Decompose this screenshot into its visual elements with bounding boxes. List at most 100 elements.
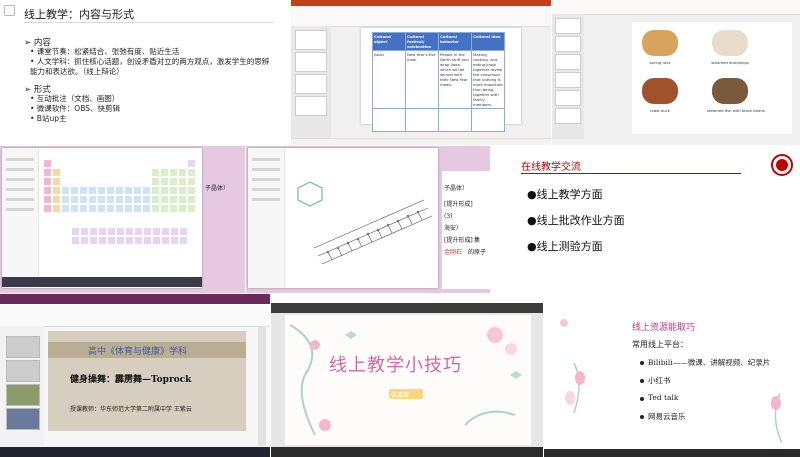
table-cell[interactable]: People in the North stuff and wrap jiaoz… <box>438 50 472 109</box>
doc-text-fragment: 子晶体） <box>205 185 230 192</box>
food-caption: steamed dumplings <box>711 60 749 65</box>
hexagon-icon <box>297 181 323 207</box>
doc-text-fragment: 的原子 <box>468 249 487 256</box>
slide-thumbnail[interactable] <box>295 52 327 72</box>
presenter-name: 张嘉尊 <box>391 392 410 399</box>
table-cell[interactable] <box>471 108 505 132</box>
list-item: Bilibili——微课、讲解视频、纪录片 <box>648 358 771 367</box>
slide-thumbnail[interactable] <box>555 72 581 88</box>
sidebar-item[interactable] <box>6 198 34 201</box>
tile-online-teaching-tips: 线上教学小技巧 张嘉尊 <box>271 303 543 457</box>
sidebar-item[interactable] <box>6 188 34 191</box>
slide-thumbnail[interactable] <box>555 108 581 124</box>
food-caption: roast duck <box>650 108 670 113</box>
steamed-fish-photo <box>712 78 748 104</box>
sidebar-item[interactable] <box>252 178 280 181</box>
list-item: ●线上测验方面 <box>527 240 603 253</box>
table-cell[interactable] <box>405 108 439 132</box>
app-sidebar[interactable] <box>248 148 285 288</box>
tile-online-teaching-exchange: 在线教学交流 ●线上教学方面 ●线上批改作业方面 ●线上测验方面 <box>491 146 800 293</box>
doc-text-fragment: 海安） <box>444 225 463 232</box>
background-document: 子晶体） [提升形成] (3) 海安） [提升形成] 金刚石 ，集 的原子 <box>442 171 490 289</box>
window-title-bar <box>271 303 543 313</box>
table-header: Cultural object <box>372 32 406 51</box>
table-cell[interactable]: jiaozi <box>372 50 406 109</box>
tile-powerpoint-food: spring rolls steamed dumplings roast duc… <box>552 0 800 145</box>
slide-thumbnail[interactable] <box>295 30 327 50</box>
vertical-scrollbar[interactable] <box>258 326 266 446</box>
list-item: 网易云音乐 <box>648 412 686 421</box>
bullet-dot <box>640 361 644 365</box>
table-cell[interactable] <box>438 108 472 132</box>
slide-thumbnail[interactable] <box>6 408 40 430</box>
ppt-ribbon[interactable] <box>291 6 551 27</box>
slide-subtitle: 常用线上平台： <box>632 340 688 349</box>
slide-thumbnail[interactable] <box>295 74 327 94</box>
culture-table[interactable]: Cultural object Cultural festival/ celeb… <box>372 32 505 132</box>
doc-text-fragment: ，集 <box>468 237 481 244</box>
windows-taskbar[interactable] <box>0 447 270 457</box>
sidebar-item[interactable] <box>6 168 34 171</box>
bullet-dot <box>640 379 644 383</box>
slide-thumbnail-pane[interactable] <box>552 14 584 139</box>
slide-corner-mark <box>4 5 15 16</box>
bullet-dot <box>640 415 644 419</box>
sidebar-item[interactable] <box>252 168 280 171</box>
slide-thumbnail[interactable] <box>555 90 581 106</box>
slide-thumbnail[interactable] <box>555 18 581 34</box>
slide-canvas[interactable]: spring rolls steamed dumplings roast duc… <box>632 22 792 134</box>
dumplings-photo <box>712 30 748 56</box>
table-cell[interactable]: New Year's Eve meal <box>405 50 439 109</box>
slide-title: 线上教学：内容与形式 <box>24 8 134 21</box>
bullet-dot <box>640 397 644 401</box>
bullet: • 互动批注（文档、画图） <box>30 94 120 103</box>
course-title: 高中《体育与健康》学科 <box>88 347 188 357</box>
table-header: Cultural festival/ celebration <box>405 32 439 51</box>
spring-rolls-photo <box>642 30 678 56</box>
periodic-table-grid[interactable] <box>42 158 198 268</box>
bullet: 能力和表达欲。（线上辩论） <box>30 67 124 76</box>
slide-canvas[interactable] <box>285 315 531 445</box>
app-sidebar[interactable] <box>2 148 39 288</box>
list-item: 小红书 <box>648 376 671 385</box>
teacher-line: 授课教师：华东师范大学第二附属中学 王紫云 <box>70 406 192 413</box>
sidebar-item[interactable] <box>252 198 280 201</box>
table-cell[interactable]: Making, cooking, and eating jiaozi toget… <box>471 50 505 109</box>
title-underline <box>24 22 274 23</box>
sidebar-item[interactable] <box>252 188 280 191</box>
bullet: • 人文学科：抓住核心话题，创设矛盾对立的两方观点，激发学生的思辨 <box>30 57 270 66</box>
windows-taskbar[interactable] <box>271 447 543 457</box>
ribbon-menu[interactable] <box>0 304 270 327</box>
slide-thumbnail[interactable] <box>295 96 327 116</box>
slide-thumbnail[interactable] <box>555 36 581 52</box>
sidebar-item[interactable] <box>252 158 280 161</box>
doc-text-fragment: 子晶体） <box>444 185 469 192</box>
title-divider <box>521 173 741 174</box>
slide-thumbnail[interactable] <box>6 336 40 358</box>
list-item: ●线上教学方面 <box>527 188 603 201</box>
sidebar-item[interactable] <box>6 158 34 161</box>
ppt-ribbon[interactable] <box>552 0 800 15</box>
food-caption: spring rolls <box>649 60 671 65</box>
bullet: • 课堂节奏：松紧结合、张弛有度、贴近生活 <box>30 47 180 56</box>
app-title-bar <box>0 294 270 304</box>
tile-online-resources: 线上资源能取巧 常用线上平台： Bilibili——微课、讲解视频、纪录片 小红… <box>544 303 800 457</box>
slide-thumbnail[interactable] <box>6 384 40 406</box>
slide-thumbnail[interactable] <box>6 360 40 382</box>
chemistry-app-window[interactable] <box>2 148 202 288</box>
table-cell[interactable] <box>372 108 406 132</box>
carbon-nanotube-model[interactable] <box>288 168 436 268</box>
sidebar-item[interactable] <box>6 208 34 211</box>
molecule-viewer-window[interactable] <box>248 148 438 288</box>
tile-nanotube-app: 子晶体） [提升形成] (3) 海安） [提升形成] 金刚石 ，集 的原子 <box>246 146 490 293</box>
slide-thumbnail[interactable] <box>555 54 581 70</box>
windows-taskbar[interactable] <box>544 449 800 457</box>
slide-thumbnail-pane[interactable] <box>291 26 331 138</box>
bullet: • B站up主 <box>30 114 67 123</box>
list-item: Ted talk <box>648 393 679 402</box>
slide-thumbnail-pane[interactable] <box>0 326 44 446</box>
bullet: • 微课软件：OBS、快剪辑 <box>30 104 120 113</box>
tile-periodic-table-app: 子晶体） <box>0 146 245 293</box>
slide-title: 线上教学小技巧 <box>329 355 462 376</box>
sidebar-item[interactable] <box>6 178 34 181</box>
